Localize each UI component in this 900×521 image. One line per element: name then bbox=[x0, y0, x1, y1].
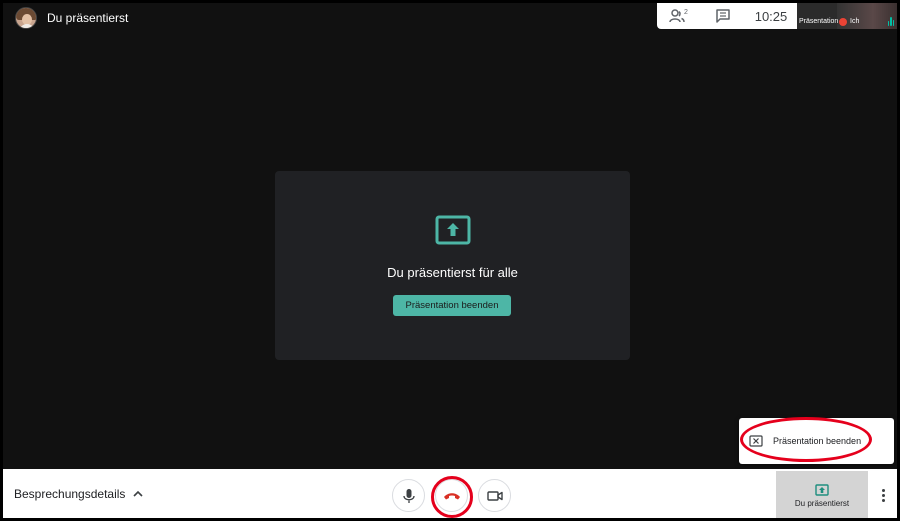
more-vert-icon bbox=[881, 488, 885, 492]
mic-button[interactable] bbox=[392, 479, 425, 512]
presenting-tile-label: Du präsentierst bbox=[794, 499, 850, 508]
presenter-name: Du präsentierst bbox=[47, 11, 129, 25]
presenter-header: Du präsentierst bbox=[15, 7, 128, 29]
meeting-details-button[interactable]: Besprechungsdetails bbox=[14, 487, 143, 501]
participants-button[interactable]: 2 bbox=[657, 3, 701, 29]
presentation-menu: Präsentation beenden bbox=[739, 418, 894, 464]
hangup-button[interactable] bbox=[435, 479, 468, 512]
stop-presenting-button[interactable]: Präsentation beenden bbox=[393, 295, 511, 316]
bottom-bar: Besprechungsdetails Du präsentierst bbox=[3, 469, 897, 518]
muted-icon bbox=[839, 18, 847, 26]
present-screen-icon bbox=[435, 215, 471, 245]
meeting-details-label: Besprechungsdetails bbox=[14, 487, 126, 501]
top-right-panel: 2 10:25 Präsentation Ich bbox=[657, 3, 897, 29]
clock: 10:25 bbox=[754, 8, 788, 24]
presenting-card: Du präsentierst für alle Präsentation be… bbox=[275, 171, 630, 360]
audio-level-icon bbox=[888, 17, 894, 26]
self-view-thumbnail[interactable]: Präsentation Ich bbox=[797, 3, 897, 29]
menu-item-stop-presenting[interactable]: Präsentation beenden bbox=[739, 426, 894, 456]
presenting-title: Du präsentierst für alle bbox=[387, 265, 518, 280]
chat-button[interactable] bbox=[701, 3, 745, 29]
stop-present-icon bbox=[749, 435, 763, 447]
menu-item-label: Präsentation beenden bbox=[773, 436, 862, 446]
people-icon: 2 bbox=[669, 9, 688, 23]
hangup-icon bbox=[443, 492, 460, 499]
camera-icon bbox=[486, 490, 503, 501]
avatar bbox=[15, 7, 37, 29]
mic-icon bbox=[402, 488, 415, 503]
self-view-presenting-label: Präsentation bbox=[799, 18, 839, 25]
more-options-button[interactable] bbox=[873, 483, 893, 507]
self-view-label: Ich bbox=[850, 18, 860, 25]
presenting-tile[interactable]: Du präsentierst bbox=[776, 471, 868, 518]
participants-count: 2 bbox=[684, 9, 688, 16]
chevron-up-icon bbox=[133, 490, 143, 497]
camera-button[interactable] bbox=[478, 479, 511, 512]
meeting-window: Du präsentierst 2 10:25 Präsentation Ich… bbox=[0, 0, 900, 521]
chat-icon bbox=[716, 9, 730, 23]
present-screen-icon bbox=[815, 484, 829, 496]
